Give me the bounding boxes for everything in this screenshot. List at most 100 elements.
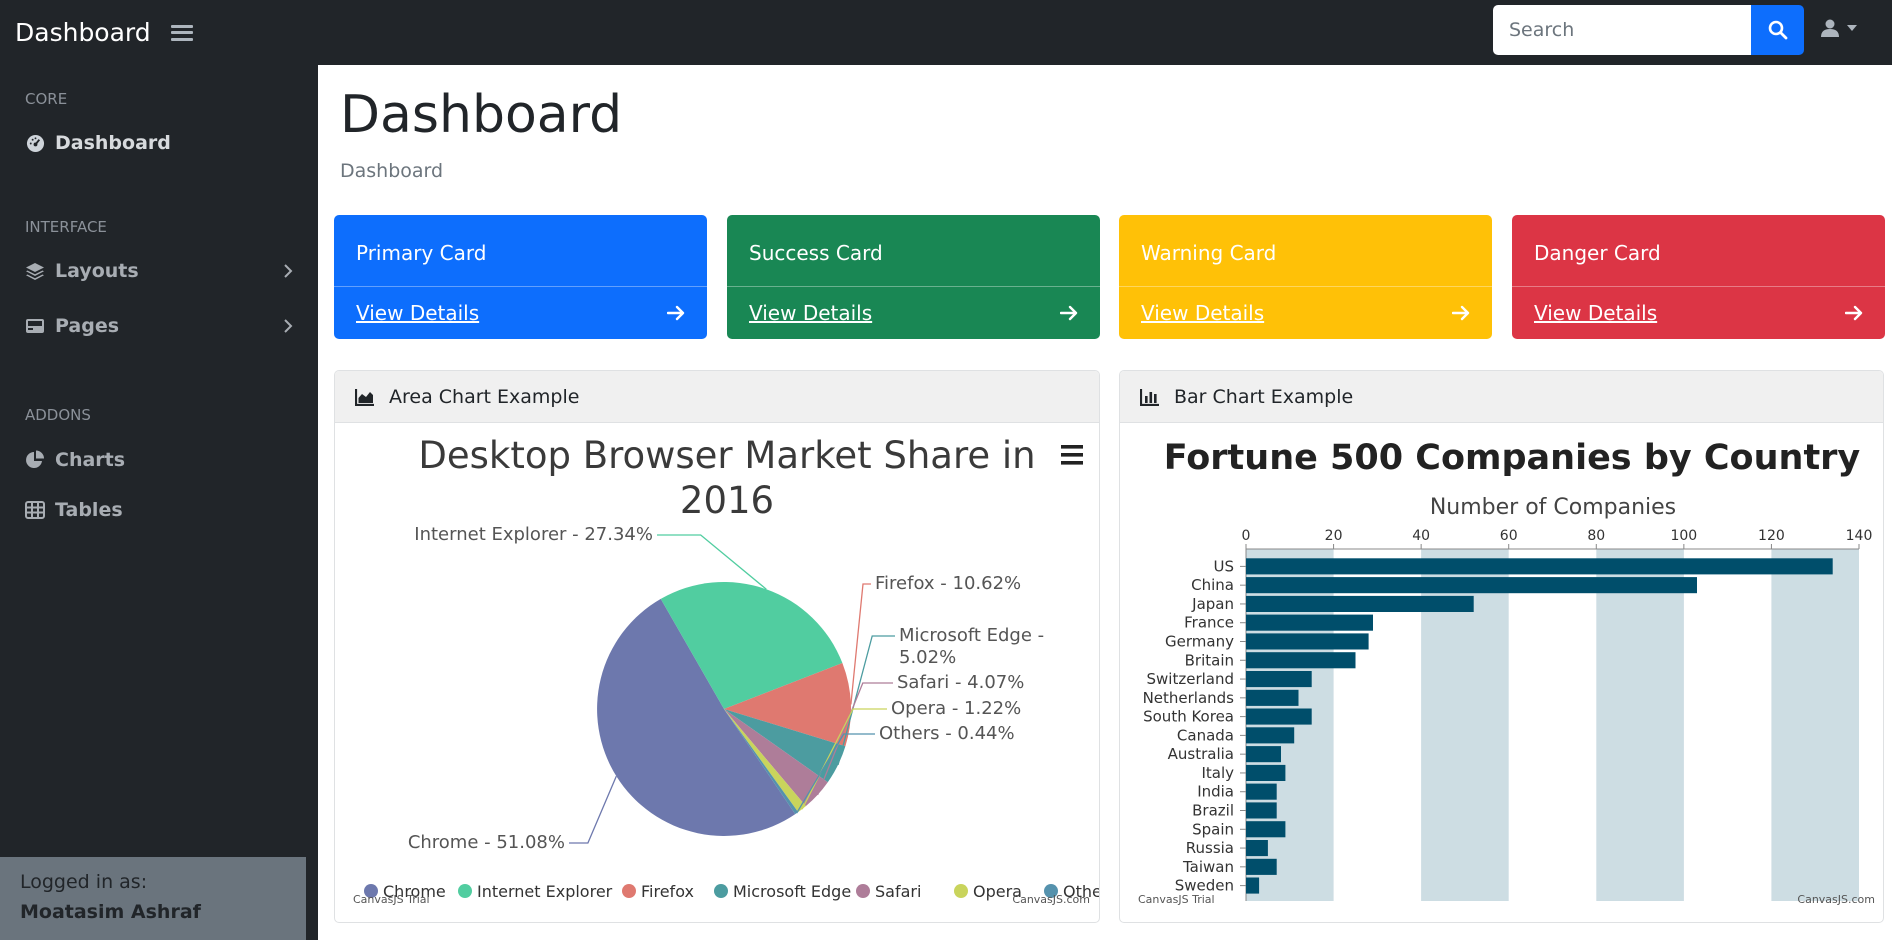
- search-button[interactable]: [1751, 5, 1804, 55]
- bar-axis-ticks: 0 20 40 60 80 100 120 140: [1242, 528, 1872, 549]
- pie-legend: Chrome Internet Explorer Firefox Microsoft …: [364, 882, 1099, 901]
- card-footer: View Details: [1119, 286, 1492, 339]
- view-details-link[interactable]: View Details: [356, 301, 479, 325]
- category-label-brazil: Brazil: [1192, 802, 1234, 820]
- card-title: Success Card: [749, 241, 883, 265]
- chevron-right-icon: [284, 319, 293, 333]
- card-title: Primary Card: [356, 241, 487, 265]
- bar-france[interactable]: [1246, 614, 1373, 631]
- bar-brazil[interactable]: [1246, 802, 1277, 819]
- card-title: Danger Card: [1534, 241, 1661, 265]
- category-label-sweden: Sweden: [1175, 877, 1234, 895]
- tick-label: 20: [1325, 528, 1343, 544]
- tick-label: 120: [1758, 528, 1785, 544]
- view-details-link[interactable]: View Details: [1141, 301, 1264, 325]
- legend-item-safari[interactable]: Safari: [856, 882, 921, 901]
- category-label-switzerland: Switzerland: [1147, 670, 1235, 688]
- sidebar-item-label: Layouts: [55, 260, 139, 282]
- bar-japan[interactable]: [1246, 595, 1474, 612]
- category-label-australia: Australia: [1168, 745, 1234, 763]
- success-card: Success Card View Details: [727, 215, 1100, 339]
- primary-card: Primary Card View Details: [334, 215, 707, 339]
- bar-india[interactable]: [1246, 783, 1277, 800]
- sidebar-item-charts[interactable]: Charts: [25, 445, 293, 475]
- bar-australia[interactable]: [1246, 746, 1281, 763]
- legend-item-internet-explorer[interactable]: Internet Explorer: [458, 882, 613, 901]
- sidebar-item-label: Charts: [55, 449, 126, 471]
- view-details-link[interactable]: View Details: [1534, 301, 1657, 325]
- user-menu-dropdown[interactable]: [1820, 18, 1858, 38]
- bar-taiwan[interactable]: [1246, 858, 1277, 875]
- sidebar-item-label: Dashboard: [55, 132, 171, 154]
- sidebar-heading-interface: INTERFACE: [25, 218, 107, 236]
- chart-title: Fortune 500 Companies by Country: [1164, 438, 1861, 478]
- card-title: Warning Card: [1141, 241, 1277, 265]
- area-chart-icon: [355, 388, 375, 406]
- category-label-russia: Russia: [1186, 839, 1234, 857]
- tick-label: 0: [1242, 528, 1251, 544]
- layers-icon: [25, 261, 45, 281]
- panel-header: Area Chart Example: [335, 371, 1099, 423]
- arrow-right-icon[interactable]: [1060, 305, 1078, 321]
- bar-italy[interactable]: [1246, 764, 1286, 781]
- bar-spain[interactable]: [1246, 821, 1286, 838]
- svg-text:Microsoft Edge: Microsoft Edge: [733, 882, 851, 901]
- bar-netherlands[interactable]: [1246, 689, 1299, 706]
- bar-china[interactable]: [1246, 577, 1697, 594]
- chart-subtitle: Number of Companies: [1430, 495, 1676, 520]
- sidebar-toggle-icon[interactable]: [170, 23, 193, 43]
- sidebar-item-dashboard[interactable]: Dashboard: [25, 128, 293, 158]
- pie-slices: [597, 581, 852, 836]
- bar-us[interactable]: [1246, 558, 1833, 575]
- card-footer: View Details: [1512, 286, 1885, 339]
- pie-leader-line: [657, 534, 767, 590]
- bar-germany[interactable]: [1246, 633, 1369, 650]
- bar-chart-icon: [1140, 388, 1160, 406]
- arrow-right-icon[interactable]: [667, 305, 685, 321]
- bar-switzerland[interactable]: [1246, 671, 1312, 688]
- bar-canada[interactable]: [1246, 727, 1295, 744]
- pie-label-firefox: Firefox - 10.62%: [875, 573, 1021, 594]
- page-title: Dashboard: [340, 85, 623, 145]
- pie-label-microsoft-edge: Microsoft Edge -5.02%: [899, 625, 1044, 668]
- pie-chart: Desktop Browser Market Share in 2016 Chro…: [353, 434, 1099, 906]
- category-label-india: India: [1197, 783, 1234, 801]
- category-label-italy: Italy: [1201, 764, 1234, 782]
- search-input[interactable]: [1493, 5, 1751, 55]
- chart-menu-icon[interactable]: [1061, 445, 1083, 465]
- category-label-spain: Spain: [1192, 820, 1234, 838]
- sidebar-item-layouts[interactable]: Layouts: [25, 256, 293, 286]
- brand-title[interactable]: Dashboard: [15, 18, 151, 47]
- bar-sweden[interactable]: [1246, 877, 1260, 894]
- svg-text:Safari: Safari: [875, 882, 921, 901]
- danger-card: Danger Card View Details: [1512, 215, 1885, 339]
- canvasjs-credit[interactable]: CanvasJS.com: [1012, 893, 1090, 906]
- card-footer: View Details: [334, 286, 707, 339]
- bar-axis-categories: USChinaJapanFranceGermanyBritainSwitzerl…: [1143, 549, 1247, 901]
- sidebar-item-tables[interactable]: Tables: [25, 495, 293, 525]
- grid-band: [1596, 549, 1684, 901]
- category-label-japan: Japan: [1191, 595, 1234, 613]
- arrow-right-icon[interactable]: [1452, 305, 1470, 321]
- arrow-right-icon[interactable]: [1845, 305, 1863, 321]
- svg-text:Firefox: Firefox: [641, 882, 694, 901]
- bar-series: [1246, 558, 1833, 894]
- category-label-china: China: [1191, 576, 1234, 594]
- bar-britain[interactable]: [1246, 652, 1356, 669]
- grid-band: [1771, 549, 1859, 901]
- legend-item-microsoft-edge[interactable]: Microsoft Edge: [714, 882, 851, 901]
- category-label-south-korea: South Korea: [1143, 708, 1234, 726]
- pie-chart-icon: [25, 450, 45, 470]
- legend-item-firefox[interactable]: Firefox: [622, 882, 694, 901]
- canvasjs-trial-credit: CanvasJS Trial: [1138, 893, 1215, 906]
- tick-label: 60: [1500, 528, 1518, 544]
- sidebar-item-pages[interactable]: Pages: [25, 311, 293, 341]
- canvasjs-trial-credit: CanvasJS Trial: [353, 893, 430, 906]
- category-label-taiwan: Taiwan: [1182, 858, 1234, 876]
- bar-south-korea[interactable]: [1246, 708, 1312, 725]
- panel-header: Bar Chart Example: [1120, 371, 1883, 423]
- bar-russia[interactable]: [1246, 840, 1268, 857]
- view-details-link[interactable]: View Details: [749, 301, 872, 325]
- canvasjs-credit[interactable]: CanvasJS.com: [1797, 893, 1875, 906]
- pie-leader-line: [569, 776, 617, 844]
